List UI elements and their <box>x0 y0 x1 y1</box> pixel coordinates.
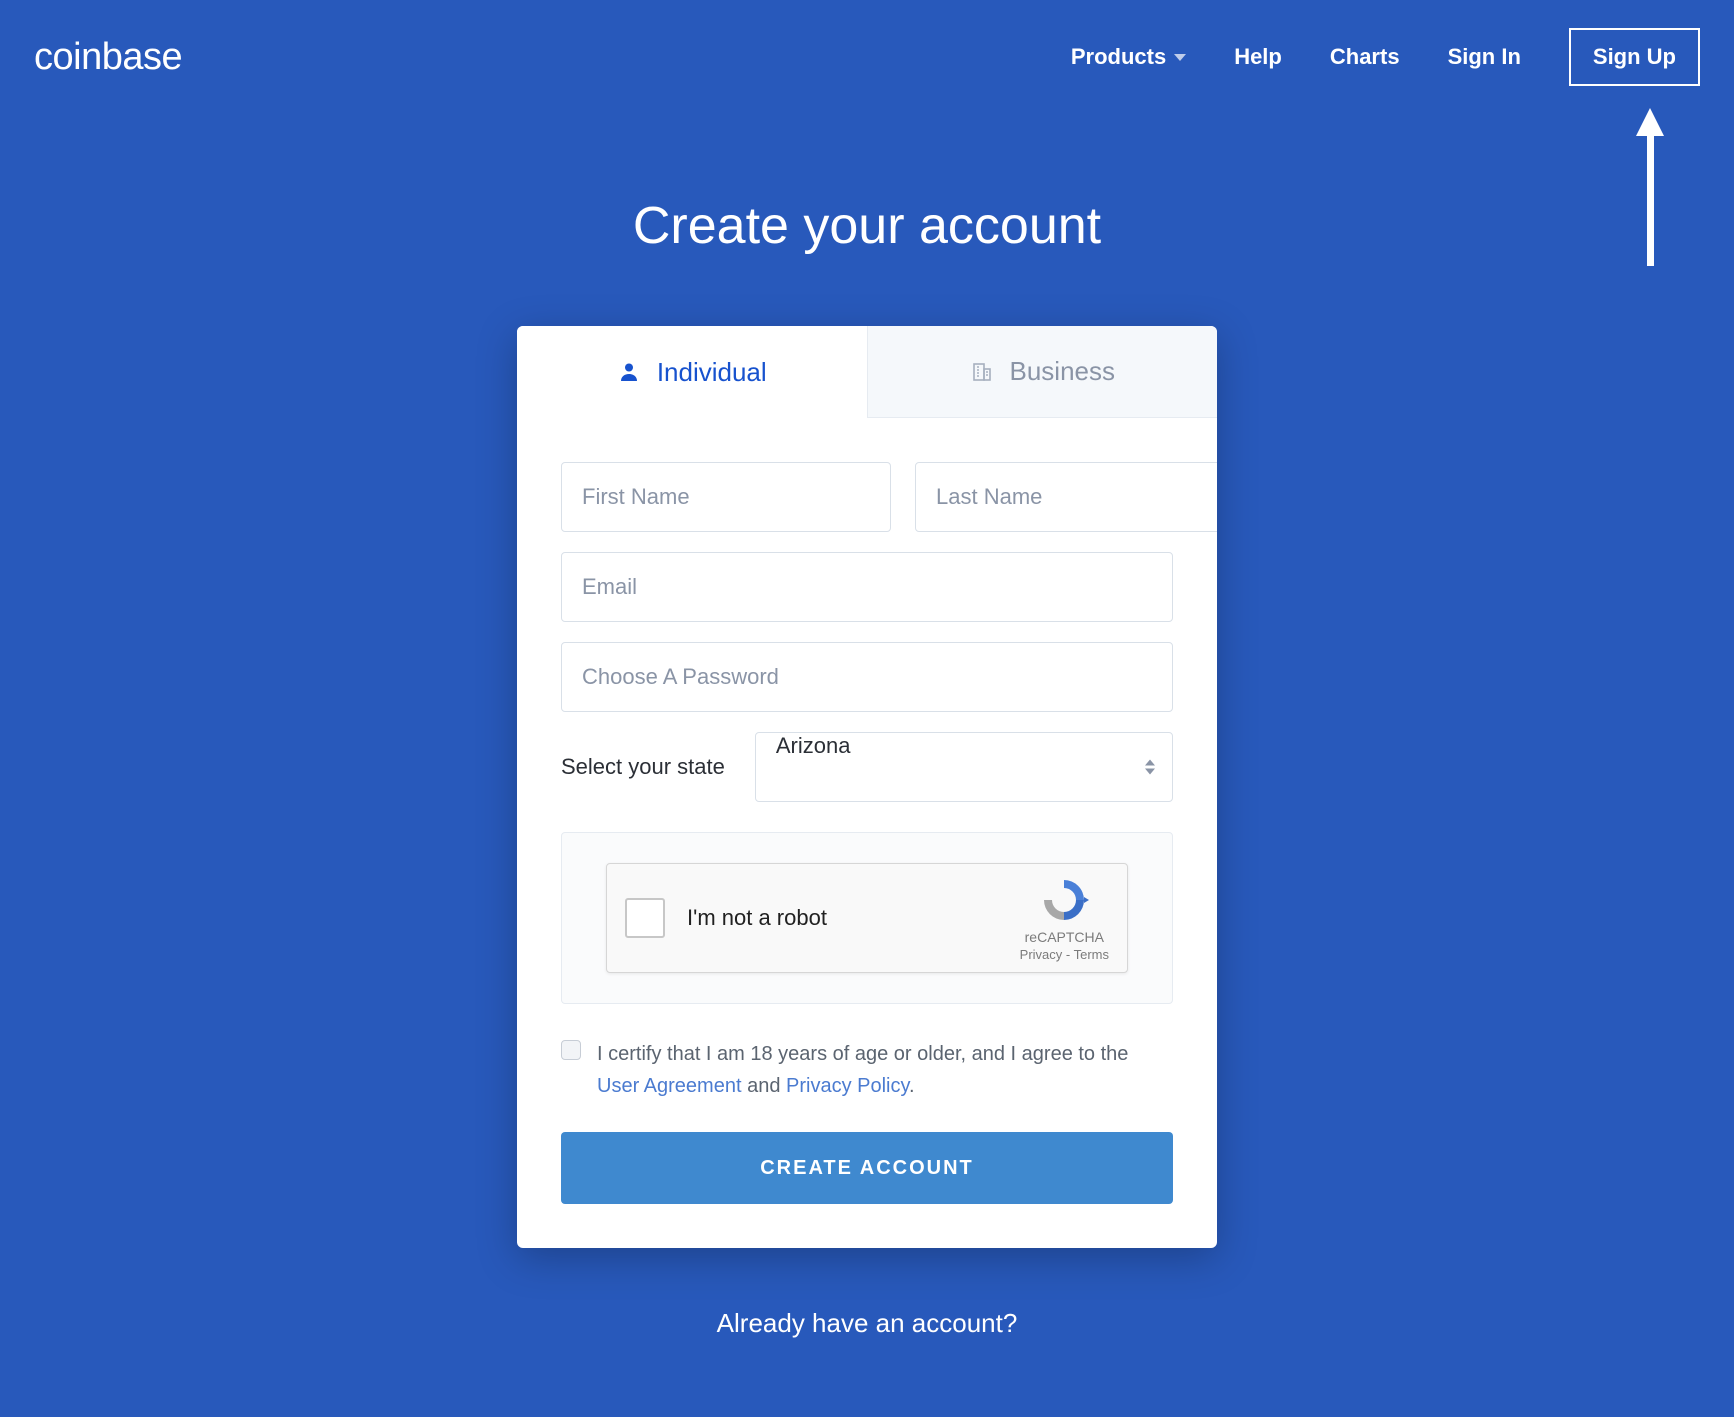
nav-signin[interactable]: Sign In <box>1448 44 1521 70</box>
caret-down-icon <box>1174 54 1186 61</box>
nav-signup-button[interactable]: Sign Up <box>1569 28 1700 86</box>
recaptcha-label: I'm not a robot <box>687 905 1020 931</box>
recaptcha-checkbox[interactable] <box>625 898 665 938</box>
first-name-field[interactable] <box>561 462 891 532</box>
nav-products-label: Products <box>1071 44 1166 70</box>
password-field[interactable] <box>561 642 1173 712</box>
top-nav: Products Help Charts Sign In Sign Up <box>1071 28 1700 86</box>
age-consent-checkbox[interactable] <box>561 1040 581 1060</box>
tab-individual-label: Individual <box>657 357 767 388</box>
signup-form: Select your state Arizona I'm not a robo… <box>517 418 1217 1248</box>
recaptcha-privacy-link[interactable]: Privacy <box>1020 947 1063 962</box>
consent-suffix: . <box>909 1075 915 1097</box>
recaptcha-brand: reCAPTCHA <box>1020 929 1109 945</box>
brand-logo[interactable]: coinbase <box>34 36 182 79</box>
building-icon <box>970 360 994 384</box>
recaptcha-badge: reCAPTCHA Privacy - Terms <box>1020 875 1109 962</box>
tab-business-label: Business <box>1010 356 1116 387</box>
age-consent-text: I certify that I am 18 years of age or o… <box>597 1038 1173 1102</box>
privacy-policy-link[interactable]: Privacy Policy <box>786 1075 909 1097</box>
header: coinbase Products Help Charts Sign In Si… <box>0 0 1734 86</box>
recaptcha-terms-link[interactable]: Terms <box>1074 947 1109 962</box>
person-icon <box>617 360 641 384</box>
captcha-container: I'm not a robot reCAPTCHA <box>561 832 1173 1004</box>
user-agreement-link[interactable]: User Agreement <box>597 1075 742 1097</box>
last-name-field[interactable] <box>915 462 1217 532</box>
create-account-button[interactable]: CREATE ACCOUNT <box>561 1132 1173 1204</box>
already-have-account-link[interactable]: Already have an account? <box>0 1308 1734 1379</box>
account-type-tabs: Individual Business <box>517 326 1217 418</box>
nav-products[interactable]: Products <box>1071 44 1186 70</box>
signup-card: Individual Business Select your state <box>517 326 1217 1248</box>
tab-business[interactable]: Business <box>867 326 1218 418</box>
page-title: Create your account <box>0 196 1734 256</box>
consent-and: and <box>742 1075 786 1097</box>
state-select[interactable]: Arizona <box>755 732 1173 802</box>
state-label: Select your state <box>561 754 725 780</box>
recaptcha-box: I'm not a robot reCAPTCHA <box>606 863 1128 973</box>
recaptcha-icon <box>1039 875 1089 925</box>
consent-prefix: I certify that I am 18 years of age or o… <box>597 1043 1128 1065</box>
tab-individual[interactable]: Individual <box>517 326 867 418</box>
nav-help[interactable]: Help <box>1234 44 1282 70</box>
email-field[interactable] <box>561 552 1173 622</box>
nav-charts[interactable]: Charts <box>1330 44 1400 70</box>
